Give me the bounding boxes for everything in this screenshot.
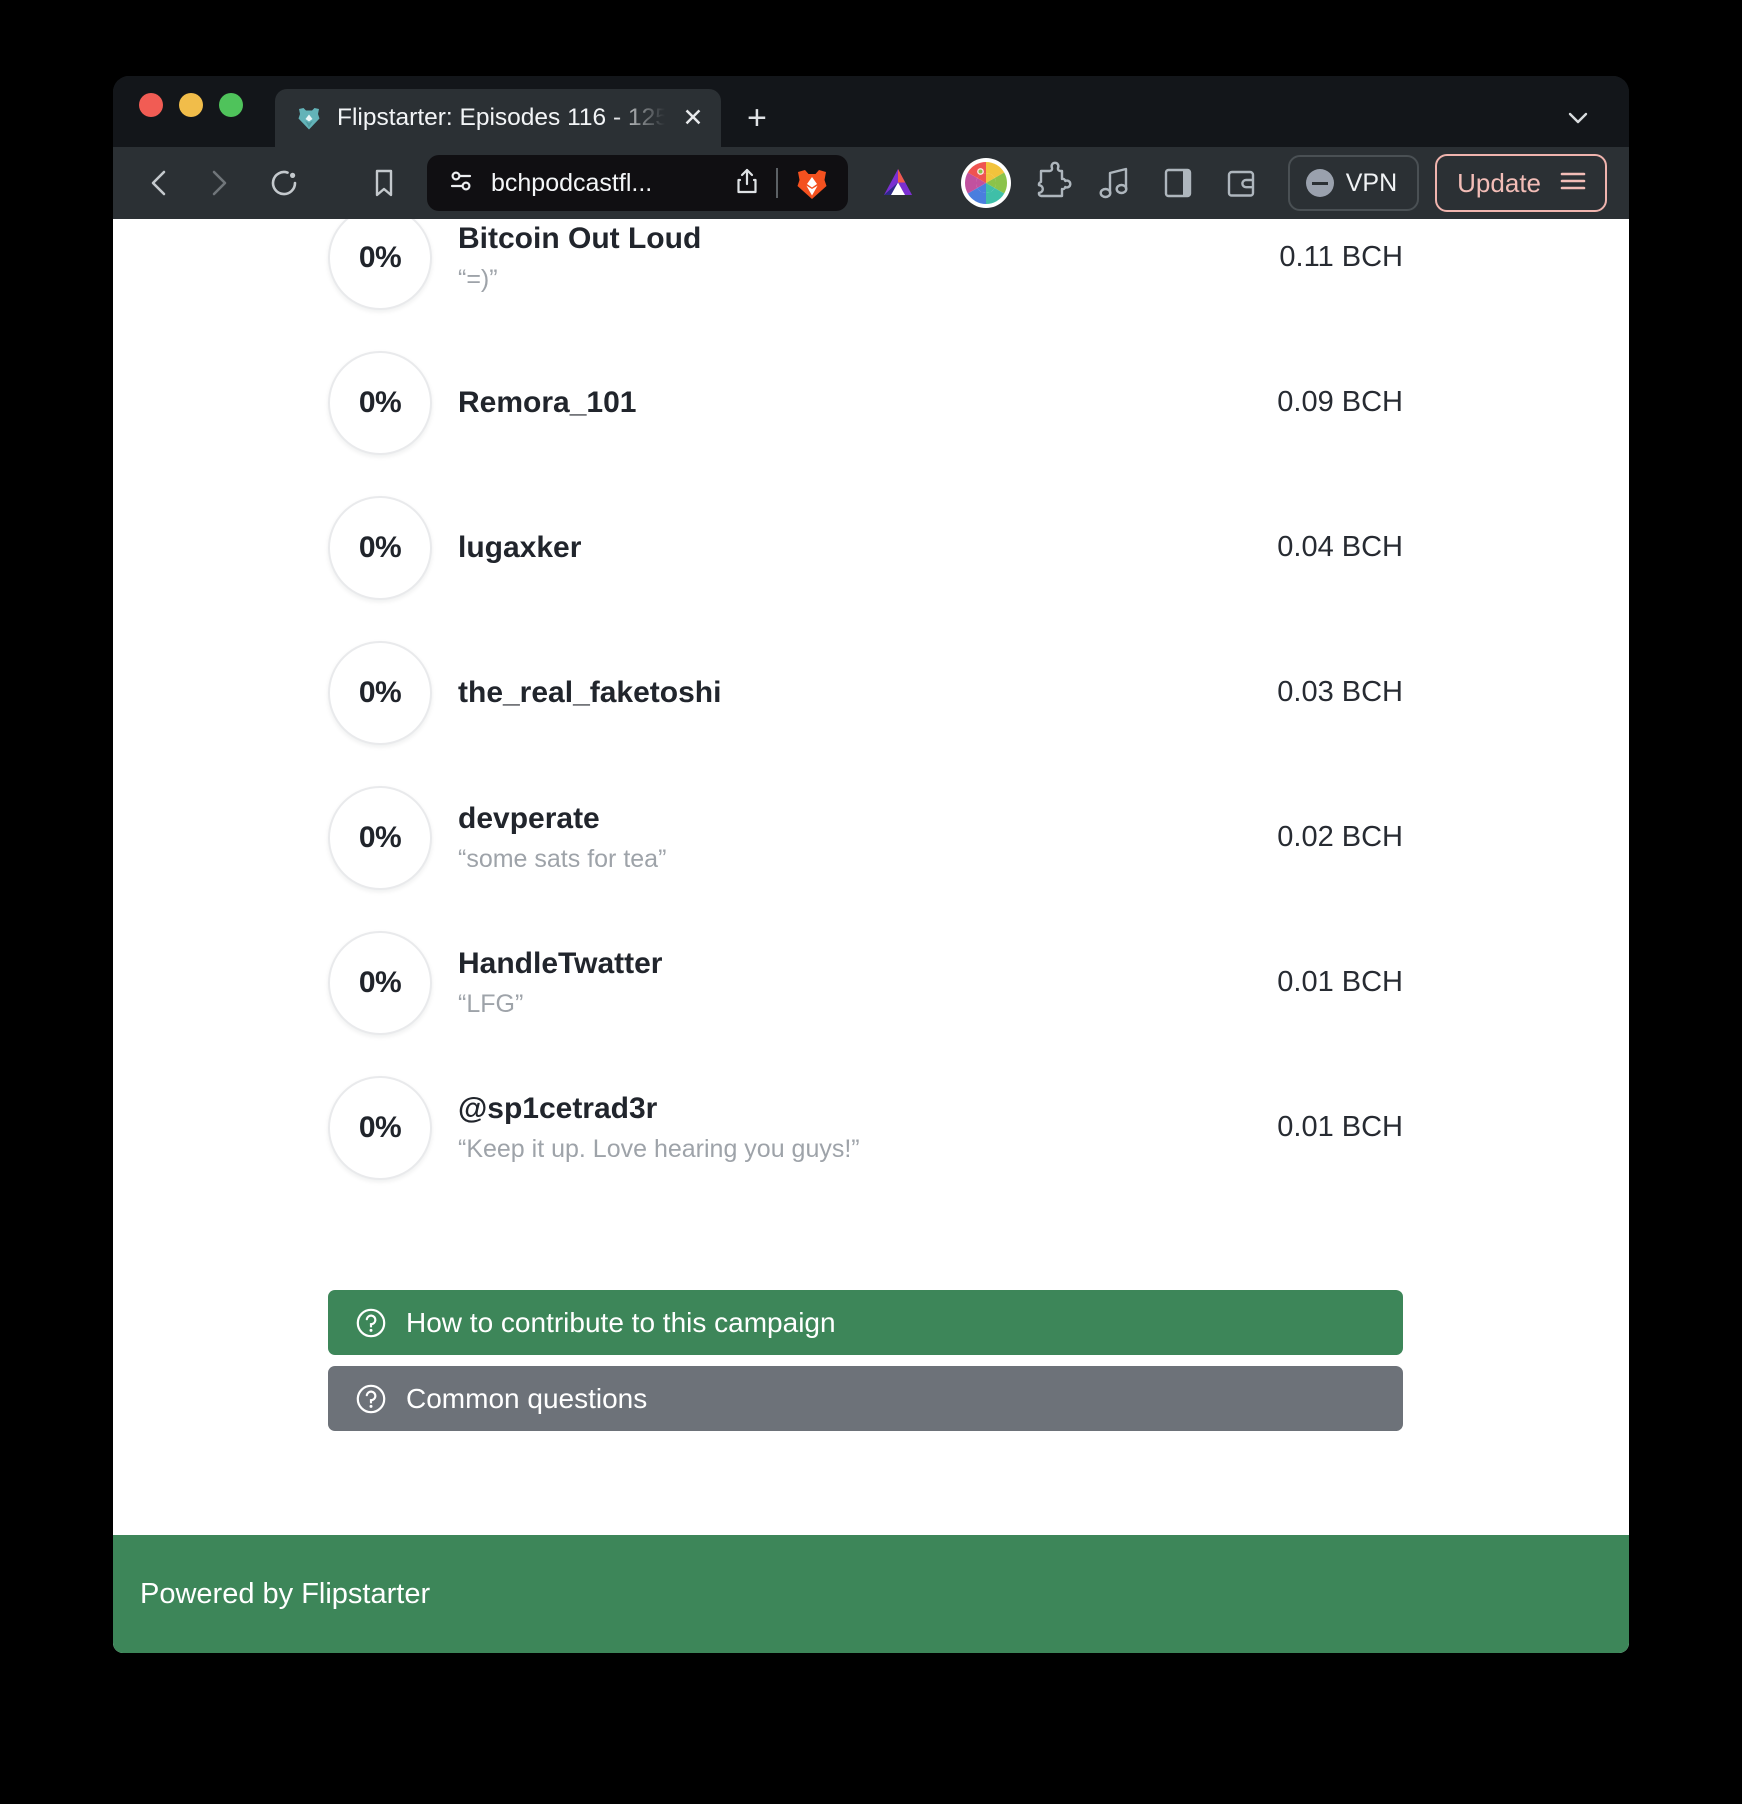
list-item[interactable]: 0% devperate “some sats for tea” 0.02 BC… (113, 765, 1629, 910)
vpn-minus-circle-icon (1305, 169, 1334, 197)
contributor-info: @sp1cetrad3r “Keep it up. Love hearing y… (328, 1091, 1277, 1163)
status-badge: 0% (358, 965, 402, 999)
contribution-percent-badge: 0% (328, 350, 432, 455)
contributor-info: Remora_101 (328, 385, 1277, 420)
contributor-name: the_real_faketoshi (458, 675, 722, 709)
chevron-right-icon[interactable] (189, 154, 247, 212)
common-questions-button[interactable]: Common questions (328, 1366, 1403, 1431)
contribution-amount: 0.01 BCH (1277, 966, 1403, 998)
contribution-percent-badge: 0% (328, 930, 432, 1035)
browser-tab-title: Flipstarter: Episodes 116 - 125 (337, 104, 665, 131)
chevron-down-icon[interactable] (1563, 103, 1593, 133)
contribution-amount: 0.04 BCH (1277, 531, 1403, 563)
share-up-arrow-icon[interactable] (732, 166, 762, 201)
bookmark-icon[interactable] (355, 154, 413, 212)
status-badge: 0% (358, 1110, 402, 1144)
contribution-amount: 0.03 BCH (1277, 676, 1403, 708)
list-item[interactable]: 0% lugaxker 0.04 BCH (113, 475, 1629, 620)
contribution-amount: 0.11 BCH (1279, 241, 1403, 273)
contributor-name: @sp1cetrad3r (458, 1092, 658, 1126)
update-label: Update (1457, 167, 1541, 198)
url-text[interactable]: bchpodcastfl... (491, 169, 718, 198)
contribution-percent-badge: 0% (328, 495, 432, 600)
status-badge: 0% (358, 240, 402, 274)
music-note-icon[interactable] (1086, 155, 1142, 211)
sidebar-panel-icon[interactable] (1150, 155, 1206, 211)
new-tab-button[interactable]: + (747, 101, 767, 135)
list-item[interactable]: 0% Remora_101 0.09 BCH (113, 330, 1629, 475)
footer-text: Powered by Flipstarter (140, 1577, 431, 1610)
contributor-list: 0% Bitcoin Out Loud “=)” 0.11 BCH 0% Rem… (113, 219, 1629, 1200)
contribution-percent-badge: 0% (328, 219, 432, 310)
contributor-info: devperate “some sats for tea” (328, 801, 1277, 873)
list-item[interactable]: 0% @sp1cetrad3r “Keep it up. Love hearin… (113, 1055, 1629, 1200)
contribution-amount: 0.09 BCH (1277, 386, 1403, 418)
brave-lion-teal-icon (295, 104, 323, 132)
question-circle-icon (355, 1307, 387, 1339)
contribution-percent-badge: 0% (328, 1075, 432, 1180)
toolbar-divider (775, 168, 778, 198)
contribution-amount: 0.02 BCH (1277, 821, 1403, 853)
contributor-comment: “=)” (458, 264, 498, 293)
contributor-info: the_real_faketoshi (328, 675, 1277, 710)
page-viewport: 0% Bitcoin Out Loud “=)” 0.11 BCH 0% Rem… (113, 219, 1629, 1653)
wallet-icon[interactable] (1214, 155, 1270, 211)
url-bar[interactable]: bchpodcastfl... (427, 155, 848, 211)
color-wheel-icon[interactable] (958, 155, 1014, 211)
status-badge: 0% (358, 530, 402, 564)
hamburger-menu-icon[interactable] (1557, 165, 1589, 202)
contributor-name: Bitcoin Out Loud (458, 222, 702, 256)
contributor-comment: “LFG” (458, 989, 524, 1018)
extensions-puzzle-icon[interactable] (1022, 155, 1078, 211)
contributor-name: Remora_101 (458, 385, 637, 419)
question-circle-icon (355, 1383, 387, 1415)
update-button[interactable]: Update (1435, 154, 1607, 212)
action-buttons: How to contribute to this campaign Commo… (113, 1290, 1629, 1431)
contributor-info: Bitcoin Out Loud “=)” (328, 221, 1279, 293)
bat-triangle-icon[interactable] (876, 161, 920, 205)
contribution-percent-badge: 0% (328, 640, 432, 745)
list-item[interactable]: 0% the_real_faketoshi 0.03 BCH (113, 620, 1629, 765)
close-window-button[interactable] (139, 92, 163, 117)
contributor-name: lugaxker (458, 530, 582, 564)
browser-window: Flipstarter: Episodes 116 - 125 ✕ + bchp… (113, 76, 1629, 1653)
contributor-info: HandleTwatter “LFG” (328, 946, 1277, 1018)
contribution-percent-badge: 0% (328, 785, 432, 890)
vpn-label: VPN (1345, 168, 1398, 197)
action-button-label: How to contribute to this campaign (406, 1306, 836, 1338)
contributor-comment: “Keep it up. Love hearing you guys!” (458, 1134, 860, 1163)
browser-toolbar: bchpodcastfl... VPN Update (113, 147, 1629, 219)
page-footer: Powered by Flipstarter (113, 1535, 1629, 1653)
contributor-comment: “some sats for tea” (458, 844, 667, 873)
how-to-contribute-button[interactable]: How to contribute to this campaign (328, 1290, 1403, 1355)
browser-tab-active[interactable]: Flipstarter: Episodes 116 - 125 ✕ (275, 89, 721, 147)
tab-strip: Flipstarter: Episodes 116 - 125 ✕ + (113, 76, 1629, 147)
contribution-amount: 0.01 BCH (1277, 1111, 1403, 1143)
status-badge: 0% (358, 675, 402, 709)
action-button-label: Common questions (406, 1382, 648, 1414)
status-badge: 0% (358, 385, 402, 419)
close-icon[interactable]: ✕ (679, 105, 707, 131)
contributor-name: HandleTwatter (458, 947, 663, 981)
list-item[interactable]: 0% Bitcoin Out Loud “=)” 0.11 BCH (113, 219, 1629, 330)
maximize-window-button[interactable] (219, 92, 243, 117)
vpn-button[interactable]: VPN (1287, 155, 1420, 211)
contributor-name: devperate (458, 802, 600, 836)
list-item[interactable]: 0% HandleTwatter “LFG” 0.01 BCH (113, 910, 1629, 1055)
minimize-window-button[interactable] (179, 92, 203, 117)
contributor-info: lugaxker (328, 530, 1277, 565)
status-badge: 0% (358, 820, 402, 854)
window-traffic-lights (139, 76, 243, 147)
reload-icon[interactable] (255, 154, 313, 212)
site-settings-sliders-icon[interactable] (445, 165, 477, 202)
chevron-left-icon[interactable] (131, 154, 189, 212)
brave-shields-lion-icon[interactable] (792, 163, 832, 203)
